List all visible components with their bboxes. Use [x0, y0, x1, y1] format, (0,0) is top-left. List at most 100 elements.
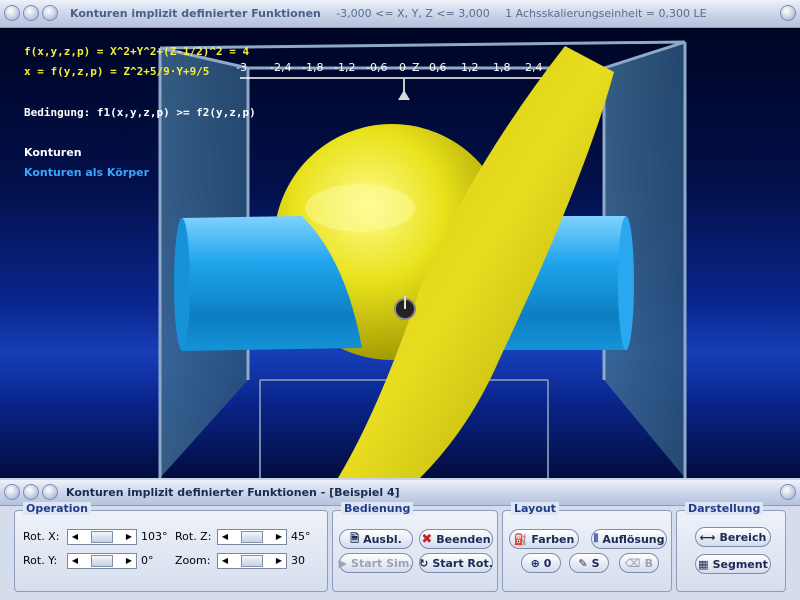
axis-tick: 2,4	[525, 61, 543, 74]
bereich-button-label: Bereich	[719, 530, 767, 544]
range-icon: ⟷	[699, 530, 716, 544]
control-window-controls	[4, 484, 58, 500]
aufloesung-button-label: Auflösung	[602, 532, 665, 546]
operation-group: Operation Rot. X: ◀ ▶ 103° Rot. Z: ◀ ▶ 4…	[14, 502, 328, 592]
rot-z-slider[interactable]: ◀ ▶	[217, 529, 287, 545]
bedienung-legend: Bedienung	[341, 502, 414, 515]
layout-legend: Layout	[511, 502, 559, 515]
rot-y-label: Rot. Y:	[23, 554, 58, 567]
arrow-right-icon[interactable]: ▶	[122, 530, 136, 544]
window-minimize-button[interactable]	[23, 5, 39, 21]
cylinder-right-cap	[618, 216, 634, 350]
rot-z-label: Rot. Z:	[175, 530, 212, 543]
grid-icon: ⦀	[593, 532, 599, 545]
zero-button[interactable]: ⊕ 0	[521, 553, 561, 573]
main-window-titlebar[interactable]: Konturen implizit definierter Funktionen…	[0, 0, 800, 28]
control-window-close-button[interactable]	[780, 484, 796, 500]
window-maximize-button[interactable]	[42, 5, 58, 21]
window-title-scale: 1 Achsskalierungseinheit = 0,300 LE	[505, 7, 707, 20]
sphere-highlight	[305, 184, 415, 232]
beenden-button-label: Beenden	[436, 532, 491, 546]
b-button[interactable]: ⌫ B	[619, 553, 659, 573]
zoom-slider[interactable]: ◀ ▶	[217, 553, 287, 569]
brush-icon: ✎	[578, 556, 588, 570]
arrow-left-icon[interactable]: ◀	[68, 554, 82, 568]
bedienung-group: Bedienung 🗎 Ausbl. ✖ Beenden ▶ Start Sim…	[332, 502, 498, 592]
arrow-left-icon[interactable]: ◀	[218, 530, 232, 544]
start-sim-button[interactable]: ▶ Start Sim.	[339, 553, 413, 573]
table-icon: ▦	[698, 557, 709, 571]
axis-tick: -2,4	[270, 61, 292, 74]
axis-tick: -3	[236, 61, 247, 74]
eraser-icon: ⌫	[625, 556, 641, 570]
start-sim-button-label: Start Sim.	[351, 556, 414, 570]
segment-button-label: Segment	[712, 557, 768, 571]
farben-button-label: Farben	[531, 532, 575, 546]
axis-tick: 1,2	[461, 61, 479, 74]
darstellung-legend: Darstellung	[685, 502, 764, 515]
aufloesung-button[interactable]: ⦀ Auflösung	[591, 529, 667, 549]
contours-text: Konturen	[24, 146, 82, 159]
condition-text: Bedingung: f1(x,y,z,p) >= f2(y,z,p)	[24, 106, 256, 119]
control-window-maximize-button[interactable]	[42, 484, 58, 500]
control-window-minimize-button[interactable]	[23, 484, 39, 500]
rot-y-value: 0°	[141, 554, 154, 567]
control-panel: Operation Rot. X: ◀ ▶ 103° Rot. Z: ◀ ▶ 4…	[0, 502, 800, 600]
beenden-button[interactable]: ✖ Beenden	[419, 529, 493, 549]
rot-x-slider[interactable]: ◀ ▶	[67, 529, 137, 545]
rot-x-value: 103°	[141, 530, 168, 543]
close-icon: ✖	[421, 531, 433, 547]
play-icon: ▶	[338, 556, 348, 570]
contours-as-body-text: Konturen als Körper	[24, 166, 149, 179]
window-controls	[4, 5, 58, 21]
bereich-button[interactable]: ⟷ Bereich	[695, 527, 771, 547]
farben-button[interactable]: ⛽ Farben	[509, 529, 579, 549]
rot-y-thumb[interactable]	[91, 555, 113, 567]
zoom-thumb[interactable]	[241, 555, 263, 567]
operation-legend: Operation	[23, 502, 91, 515]
axis-label: Z	[412, 61, 420, 74]
main-window-title: Konturen implizit definierter Funktionen…	[70, 7, 707, 20]
rot-x-thumb[interactable]	[91, 531, 113, 543]
axis-tick: -0,6	[366, 61, 388, 74]
zoom-value: 30	[291, 554, 305, 567]
window-close-button[interactable]	[780, 5, 796, 21]
axis-tick: -1,8	[302, 61, 324, 74]
axis-tick: -1,2	[334, 61, 356, 74]
arrow-right-icon[interactable]: ▶	[122, 554, 136, 568]
arrow-right-icon[interactable]: ▶	[272, 554, 286, 568]
arrow-right-icon[interactable]: ▶	[272, 530, 286, 544]
arrow-left-icon[interactable]: ◀	[218, 554, 232, 568]
rot-y-slider[interactable]: ◀ ▶	[67, 553, 137, 569]
arrow-left-icon[interactable]: ◀	[68, 530, 82, 544]
start-rot-button-label: Start Rot.	[432, 556, 493, 570]
axis-tick: 1,8	[493, 61, 511, 74]
axis-tick: 0,6	[429, 61, 447, 74]
rotate-icon: ↻	[419, 556, 429, 570]
zoom-label: Zoom:	[175, 554, 211, 567]
layout-group: Layout ⛽ Farben ⦀ Auflösung ⊕ 0 ✎ S ⌫ B	[502, 502, 672, 592]
rot-z-value: 45°	[291, 530, 311, 543]
3d-scene	[158, 40, 687, 478]
ausbl-button-label: Ausbl.	[363, 532, 402, 546]
crosshair-icon: ⊕	[530, 556, 540, 570]
segment-button[interactable]: ▦ Segment	[695, 554, 771, 574]
z-axis-arrowhead	[398, 90, 410, 100]
rot-z-thumb[interactable]	[241, 531, 263, 543]
control-window-title: Konturen implizit definierter Funktionen…	[66, 486, 400, 499]
function-1-text: f(x,y,z,p) = X^2+Y^2+(Z-1/2)^2 = 4	[24, 45, 250, 58]
control-window-menu-button[interactable]	[4, 484, 20, 500]
cylinder-left-cap	[174, 218, 190, 350]
start-rot-button[interactable]: ↻ Start Rot.	[419, 553, 493, 573]
window-menu-button[interactable]	[4, 5, 20, 21]
s-button-label: S	[591, 556, 600, 570]
ausbl-button[interactable]: 🗎 Ausbl.	[339, 529, 413, 549]
paint-bucket-icon: ⛽	[513, 532, 528, 546]
rot-x-label: Rot. X:	[23, 530, 60, 543]
b-button-label: B	[644, 556, 653, 570]
function-2-text: x = f(y,z,p) = Z^2+5/9·Y+9/5	[24, 65, 210, 78]
zero-button-label: 0	[543, 556, 552, 570]
s-button[interactable]: ✎ S	[569, 553, 609, 573]
document-icon: 🗎	[350, 531, 360, 545]
3d-viewport[interactable]: -3 -2,4 -1,8 -1,2 -0,6 0 Z 0,6 1,2 1,8 2…	[0, 28, 800, 478]
